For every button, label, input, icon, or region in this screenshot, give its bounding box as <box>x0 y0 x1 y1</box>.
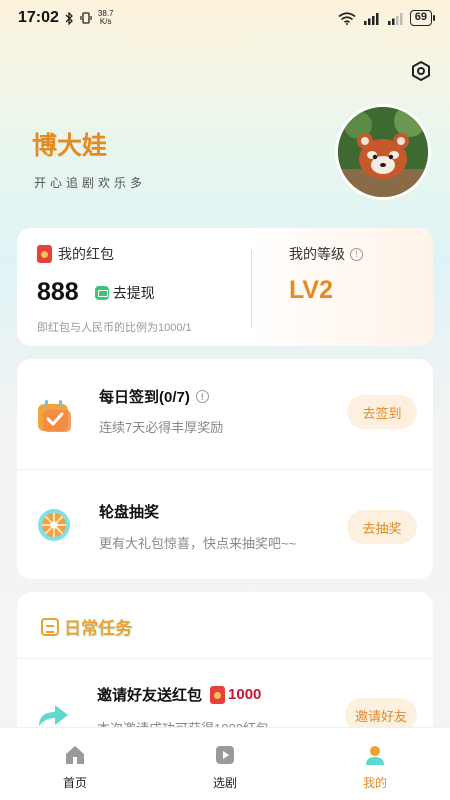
wallet-icon <box>94 285 109 300</box>
invite-title-row: 邀请好友送红包 1000 <box>97 684 261 705</box>
red-panda-avatar <box>338 107 428 197</box>
status-time: 17:02 <box>18 9 59 26</box>
network-speed: 38.7 K/s <box>98 10 114 26</box>
tab-mine[interactable]: 我的 <box>300 728 450 800</box>
daily-tasks-title: 日常任务 <box>64 619 132 638</box>
wallet-amount-row: 888 去提现 <box>37 278 155 307</box>
share-arrow-icon <box>39 705 68 726</box>
red-packet-icon <box>37 245 52 263</box>
level-section[interactable]: 我的等级 ! LV2 <box>289 244 363 305</box>
task-row-checkin: 每日签到(0/7) ! 连续7天必得丰厚奖励 去签到 <box>17 359 433 469</box>
info-icon[interactable]: ! <box>195 390 209 403</box>
lottery-title: 轮盘抽奖 <box>99 504 160 521</box>
signal-5g-icon <box>363 12 379 25</box>
settings-hexagon-icon <box>412 61 430 81</box>
home-icon <box>66 746 84 764</box>
settings-button[interactable] <box>408 58 434 84</box>
level-title: 我的等级 <box>289 246 345 262</box>
checkin-title-row: 每日签到(0/7) ! <box>99 386 209 407</box>
wallet-title-row: 我的红包 <box>37 244 155 264</box>
wallet-section: 我的红包 888 去提现 <box>37 244 155 307</box>
tab-home-label: 首页 <box>62 776 87 790</box>
task-list-icon <box>41 617 59 636</box>
tasks-card: 每日签到(0/7) ! 连续7天必得丰厚奖励 去签到 轮盘抽奖 更有大礼包惊喜，… <box>17 359 433 579</box>
tab-mine-label: 我的 <box>362 776 387 790</box>
lottery-desc: 更有大礼包惊喜，快点来抽奖吧~~ <box>99 536 297 551</box>
wallet-card: 我的红包 888 去提现 即红包与人民币的比例为1000/1 我的等级 ! LV… <box>17 228 433 346</box>
network-speed-unit: K/s <box>99 17 112 26</box>
profile-motto: 开心追剧欢乐多 <box>34 176 147 190</box>
checkin-title: 每日签到(0/7) <box>99 389 190 406</box>
checkin-desc: 连续7天必得丰厚奖励 <box>99 420 224 435</box>
avatar[interactable] <box>335 104 431 200</box>
lottery-button[interactable]: 去抽奖 <box>347 510 417 544</box>
status-right: 69 <box>338 10 436 26</box>
wifi-icon <box>338 11 356 25</box>
daily-tasks-header: 日常任务 <box>41 614 132 639</box>
divider <box>251 250 252 328</box>
vibrate-icon <box>80 12 92 24</box>
withdraw-label: 去提现 <box>112 284 155 301</box>
signal-4g-icon <box>387 12 403 25</box>
level-value: LV2 <box>289 276 333 304</box>
level-title-row: 我的等级 ! <box>289 244 363 264</box>
wheel-icon <box>38 509 70 541</box>
play-icon <box>216 746 234 764</box>
task-row-lottery: 轮盘抽奖 更有大礼包惊喜，快点来抽奖吧~~ 去抽奖 <box>17 469 433 579</box>
invite-title: 邀请好友送红包 <box>97 687 203 704</box>
invite-reward: 1000 <box>210 685 262 704</box>
checkin-button[interactable]: 去签到 <box>347 395 417 429</box>
profile-name: 博大娃 <box>32 132 108 160</box>
wallet-amount: 888 <box>37 278 79 306</box>
battery-indicator: 69 <box>409 10 436 26</box>
invite-reward-amount: 1000 <box>228 686 262 703</box>
divider <box>17 658 433 659</box>
wallet-note: 即红包与人民币的比例为1000/1 <box>37 322 192 334</box>
info-icon[interactable]: ! <box>350 247 363 261</box>
red-packet-icon <box>210 685 226 704</box>
tab-drama-label: 选剧 <box>212 776 237 790</box>
tab-drama[interactable]: 选剧 <box>150 728 300 800</box>
calendar-check-icon <box>38 400 71 432</box>
tab-home[interactable]: 首页 <box>0 728 150 800</box>
bottom-tab-bar: 首页 选剧 我的 <box>0 727 450 800</box>
wallet-title: 我的红包 <box>58 246 114 262</box>
withdraw-button[interactable]: 去提现 <box>94 283 155 303</box>
person-icon <box>366 746 384 765</box>
status-bar: 17:02 38.7 K/s 69 <box>0 0 450 36</box>
bluetooth-icon <box>65 11 73 25</box>
status-left: 17:02 38.7 K/s <box>18 9 114 27</box>
